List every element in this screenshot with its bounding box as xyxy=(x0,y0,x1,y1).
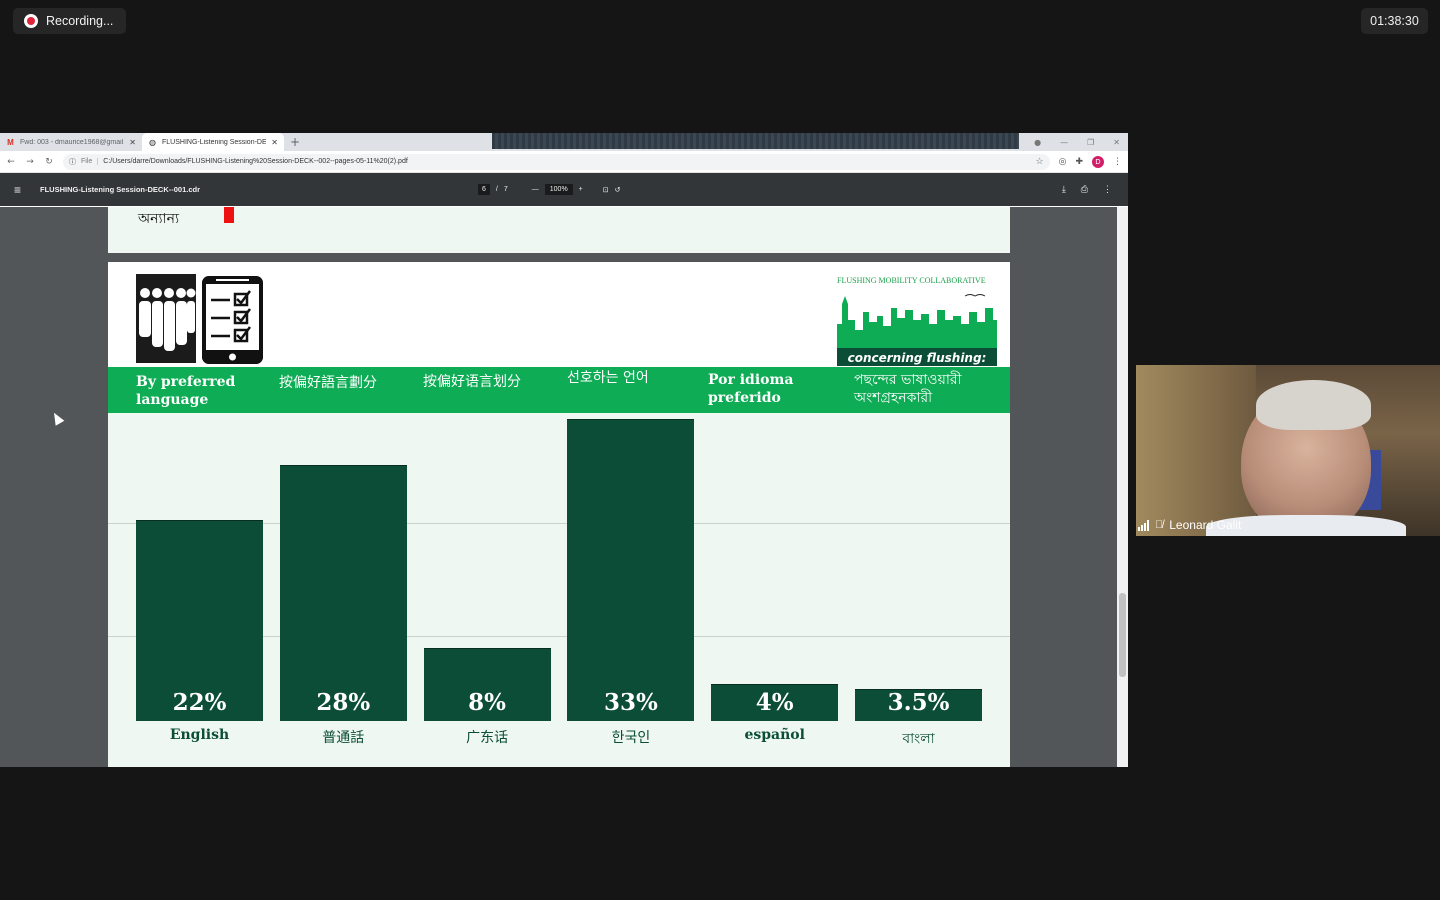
back-arrow-icon[interactable]: ← xyxy=(6,157,16,167)
bar-value-label: 22% xyxy=(172,689,227,716)
chart-bar xyxy=(567,419,695,721)
gmail-icon: M xyxy=(7,137,14,147)
zoom-level-input[interactable]: 100% xyxy=(544,184,573,195)
slide-header: FLUSHING MOBILITY COLLABORATIVE concerni… xyxy=(108,262,1010,367)
skyline-logo: concerning flushing: xyxy=(837,294,997,366)
mic-muted-icon: 🎙̸ xyxy=(1155,519,1164,531)
page-number-input[interactable]: 6 xyxy=(478,184,490,195)
band-english: By preferred language xyxy=(136,374,236,408)
participant-hair xyxy=(1256,380,1371,430)
people-group-icon xyxy=(136,274,196,363)
profile-avatar[interactable]: D xyxy=(1092,155,1104,168)
new-tab-button[interactable]: + xyxy=(284,133,306,151)
bar-value-label: 33% xyxy=(603,689,658,716)
phone-checklist-icon xyxy=(202,276,263,364)
minimize-icon[interactable]: — xyxy=(1060,138,1068,147)
hamburger-menu-icon[interactable]: ≡ xyxy=(14,183,26,197)
language-band: By preferred language 按偏好語言劃分 按偏好语言划分 선호… xyxy=(108,367,1010,413)
band-spanish: Por idioma preferido xyxy=(708,372,794,406)
participant-name: Leonard Galit xyxy=(1169,518,1242,532)
zoom-out-icon[interactable]: — xyxy=(532,186,539,193)
more-options-icon[interactable]: ⋮ xyxy=(1103,184,1112,195)
category-label: español xyxy=(744,727,805,743)
url-scheme: File xyxy=(81,158,99,165)
close-icon[interactable]: ✕ xyxy=(271,138,278,147)
slide-page: FLUSHING MOBILITY COLLABORATIVE concerni… xyxy=(108,262,1010,767)
org-label: FLUSHING MOBILITY COLLABORATIVE xyxy=(837,276,986,285)
category-label: English xyxy=(169,727,230,743)
address-bar-row: ← → ↻ ⓘ File C:/Users/darre/Downloads/FL… xyxy=(0,151,1128,173)
tab-title: FLUSHING-Listening Session-DECK xyxy=(162,138,267,146)
pdf-page-controls: 6 / 7 — 100% + ⊡ ↺ xyxy=(478,173,621,206)
forward-arrow-icon[interactable]: → xyxy=(25,157,35,167)
download-icon[interactable]: ⤓ xyxy=(1062,184,1066,195)
reload-icon[interactable]: ↻ xyxy=(44,157,54,167)
pdf-viewport[interactable]: অন্যান্য FLUSHING MOBILITY COLLABORATIVE… xyxy=(0,207,1128,767)
band-simplified-chinese: 按偏好语言划分 xyxy=(423,374,521,390)
rotate-icon[interactable]: ↺ xyxy=(615,186,621,194)
category-label: 广东话 xyxy=(466,730,509,746)
record-icon xyxy=(24,14,38,28)
shared-browser-window: M Fwd: 003 - dmaurice1968@gmail.com ✕ ◍ … xyxy=(0,133,1128,767)
scrollbar-thumb[interactable] xyxy=(1119,593,1126,677)
zoom-in-icon[interactable]: + xyxy=(579,186,583,193)
bar-value-label: 3.5% xyxy=(887,689,950,716)
video-background xyxy=(1136,365,1256,536)
band-traditional-chinese: 按偏好語言劃分 xyxy=(279,375,377,391)
tab-pdf[interactable]: ◍ FLUSHING-Listening Session-DECK ✕ xyxy=(142,133,284,151)
tab-gmail[interactable]: M Fwd: 003 - dmaurice1968@gmail.com ✕ xyxy=(0,133,142,151)
recording-label: Recording... xyxy=(46,14,114,28)
page-total: 7 xyxy=(503,186,508,193)
close-icon[interactable]: ✕ xyxy=(129,138,136,147)
url-text: C:/Users/darre/Downloads/FLUSHING-Listen… xyxy=(103,158,408,165)
category-label: 普通話 xyxy=(322,730,365,746)
pdf-actions: ⤓ ⎙ ⋮ xyxy=(1062,173,1112,206)
bookmark-star-icon[interactable]: ☆ xyxy=(1036,156,1044,167)
page-separator: / xyxy=(495,186,498,193)
org-tagline: concerning flushing: xyxy=(848,351,987,365)
tabstrip-background xyxy=(492,133,1019,149)
participant-label: 🎙̸ Leonard Galit xyxy=(1136,514,1241,536)
chart-bar xyxy=(279,464,407,721)
info-icon: ⓘ xyxy=(69,158,76,166)
pdf-title: FLUSHING-Listening Session-DECK--001.cdr xyxy=(40,185,201,194)
globe-icon: ◍ xyxy=(149,137,156,147)
band-korean: 선호하는 언어 xyxy=(567,370,649,386)
category-label: বাংলা xyxy=(902,731,935,747)
print-icon[interactable]: ⎙ xyxy=(1081,184,1088,195)
connection-signal-icon xyxy=(1138,519,1149,531)
media-icon[interactable]: ● xyxy=(1034,138,1041,147)
band-bengali: পছন্দের ভাষাওয়ারী অংশগ্রহনকারী xyxy=(854,372,962,406)
fit-page-icon[interactable]: ⊡ xyxy=(603,186,609,194)
extension-icon[interactable]: ◎ xyxy=(1059,157,1067,167)
window-controls: ● — ❐ ✕ xyxy=(1034,133,1128,151)
recording-indicator[interactable]: Recording... xyxy=(13,8,126,34)
category-label: 한국인 xyxy=(611,730,651,746)
url-field[interactable]: ⓘ File C:/Users/darre/Downloads/FLUSHING… xyxy=(63,153,1050,170)
puzzle-icon[interactable]: ✚ xyxy=(1075,157,1083,167)
close-window-icon[interactable]: ✕ xyxy=(1113,138,1120,147)
bar-value-label: 4% xyxy=(755,689,794,716)
pdf-toolbar: ≡ FLUSHING-Listening Session-DECK--001.c… xyxy=(0,173,1128,206)
bar-value-label: 28% xyxy=(316,689,371,716)
tab-strip: M Fwd: 003 - dmaurice1968@gmail.com ✕ ◍ … xyxy=(0,133,1128,151)
restore-icon[interactable]: ❐ xyxy=(1087,138,1094,147)
language-bar-chart: 22% English 28% 普通話 8% 广东话 33% 한국인 4% español 3.5%… xyxy=(108,413,1010,767)
vertical-scrollbar[interactable] xyxy=(1117,207,1128,767)
previous-page: অন্যান্য xyxy=(108,207,1010,253)
participant-video-tile[interactable]: 🎙̸ Leonard Galit xyxy=(1136,365,1440,536)
meeting-timer: 01:38:30 xyxy=(1361,8,1428,34)
legend-swatch xyxy=(224,207,234,223)
bar-value-label: 8% xyxy=(468,689,507,716)
tab-title: Fwd: 003 - dmaurice1968@gmail.com xyxy=(20,138,124,146)
other-label: অন্যান্য xyxy=(138,211,180,227)
kebab-menu-icon[interactable]: ⋮ xyxy=(1113,157,1122,167)
